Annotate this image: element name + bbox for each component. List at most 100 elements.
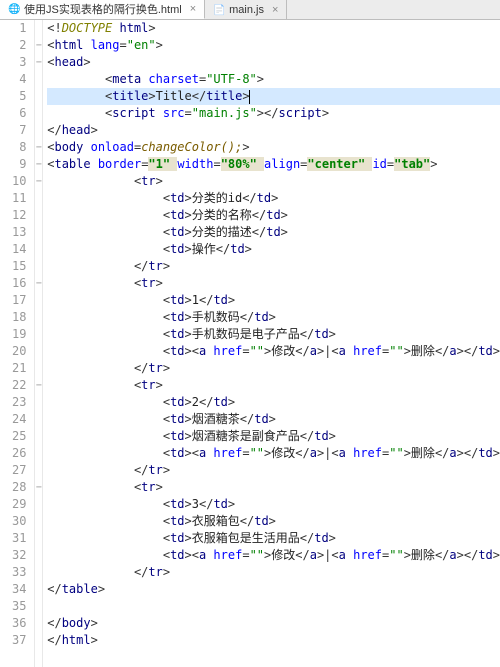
code-line[interactable]: <script src="main.js"></script>	[47, 105, 500, 122]
tab-html-file[interactable]: 使用JS实现表格的隔行换色.html ×	[0, 0, 205, 19]
fold-toggle	[35, 615, 42, 632]
line-number: 24	[0, 411, 26, 428]
code-line[interactable]: <head>	[47, 54, 500, 71]
line-number: 32	[0, 547, 26, 564]
fold-toggle[interactable]: −	[35, 479, 42, 496]
line-number: 5	[0, 88, 26, 105]
fold-toggle	[35, 462, 42, 479]
line-number: 21	[0, 360, 26, 377]
line-number: 18	[0, 309, 26, 326]
close-icon[interactable]: ×	[272, 4, 278, 16]
line-number: 28	[0, 479, 26, 496]
fold-toggle	[35, 445, 42, 462]
code-line[interactable]: <meta charset="UTF-8">	[47, 71, 500, 88]
code-line[interactable]: <td>分类的id</td>	[47, 190, 500, 207]
line-number: 27	[0, 462, 26, 479]
code-line[interactable]: <td>衣服箱包</td>	[47, 513, 500, 530]
html-file-icon	[8, 3, 20, 15]
line-number: 13	[0, 224, 26, 241]
code-line[interactable]: <body onload=changeColor();>	[47, 139, 500, 156]
line-number: 6	[0, 105, 26, 122]
fold-toggle	[35, 292, 42, 309]
code-line[interactable]: <td>操作</td>	[47, 241, 500, 258]
code-line[interactable]: <td>分类的描述</td>	[47, 224, 500, 241]
tab-js-file[interactable]: main.js ×	[205, 0, 287, 19]
code-editor[interactable]: 1234567891011121314151617181920212223242…	[0, 20, 500, 667]
line-number: 22	[0, 377, 26, 394]
line-number: 25	[0, 428, 26, 445]
code-line[interactable]: <!DOCTYPE html>	[47, 20, 500, 37]
code-line[interactable]: </body>	[47, 615, 500, 632]
fold-toggle[interactable]: −	[35, 275, 42, 292]
code-line[interactable]	[47, 598, 500, 615]
code-line[interactable]: </html>	[47, 632, 500, 649]
code-area[interactable]: <!DOCTYPE html><html lang="en"><head> <m…	[43, 20, 500, 667]
fold-toggle[interactable]: −	[35, 173, 42, 190]
code-line[interactable]: <tr>	[47, 479, 500, 496]
fold-toggle	[35, 530, 42, 547]
close-icon[interactable]: ×	[190, 3, 196, 15]
code-line[interactable]: </tr>	[47, 258, 500, 275]
fold-toggle	[35, 547, 42, 564]
fold-toggle[interactable]: −	[35, 139, 42, 156]
code-line[interactable]: </table>	[47, 581, 500, 598]
code-line[interactable]: <tr>	[47, 173, 500, 190]
code-line[interactable]: <td>1</td>	[47, 292, 500, 309]
line-number: 26	[0, 445, 26, 462]
fold-toggle	[35, 241, 42, 258]
code-line[interactable]: <title>Title</title>	[47, 88, 500, 105]
code-line[interactable]: <table border="1" width="80%" align="cen…	[47, 156, 500, 173]
line-number: 35	[0, 598, 26, 615]
code-line[interactable]: <td>3</td>	[47, 496, 500, 513]
fold-toggle	[35, 71, 42, 88]
line-number: 36	[0, 615, 26, 632]
code-line[interactable]: <td><a href="">修改</a>|<a href="">删除</a><…	[47, 445, 500, 462]
fold-toggle	[35, 496, 42, 513]
code-line[interactable]: <html lang="en">	[47, 37, 500, 54]
code-line[interactable]: <td>烟酒糖茶是副食产品</td>	[47, 428, 500, 445]
fold-toggle	[35, 326, 42, 343]
code-line[interactable]: <td>分类的名称</td>	[47, 207, 500, 224]
fold-toggle	[35, 190, 42, 207]
code-line[interactable]: <td><a href="">修改</a>|<a href="">删除</a><…	[47, 547, 500, 564]
fold-toggle[interactable]: −	[35, 37, 42, 54]
code-line[interactable]: <td><a href="">修改</a>|<a href="">删除</a><…	[47, 343, 500, 360]
line-number: 33	[0, 564, 26, 581]
line-number: 7	[0, 122, 26, 139]
fold-toggle[interactable]: −	[35, 54, 42, 71]
fold-toggle	[35, 224, 42, 241]
line-number: 1	[0, 20, 26, 37]
code-line[interactable]: <td>衣服箱包是生活用品</td>	[47, 530, 500, 547]
line-number: 20	[0, 343, 26, 360]
tab-label: 使用JS实现表格的隔行换色.html	[24, 1, 182, 17]
code-line[interactable]: </tr>	[47, 564, 500, 581]
line-number: 37	[0, 632, 26, 649]
fold-toggle	[35, 343, 42, 360]
fold-toggle[interactable]: −	[35, 377, 42, 394]
code-line[interactable]: <td>手机数码是电子产品</td>	[47, 326, 500, 343]
code-line[interactable]: <td>手机数码</td>	[47, 309, 500, 326]
code-line[interactable]: <tr>	[47, 377, 500, 394]
fold-toggle	[35, 122, 42, 139]
editor-tabs: 使用JS实现表格的隔行换色.html × main.js ×	[0, 0, 500, 20]
line-number: 31	[0, 530, 26, 547]
code-line[interactable]: <td>烟酒糖茶</td>	[47, 411, 500, 428]
fold-toggle	[35, 309, 42, 326]
line-number: 4	[0, 71, 26, 88]
fold-toggle	[35, 20, 42, 37]
fold-toggle	[35, 411, 42, 428]
fold-toggle	[35, 360, 42, 377]
line-number: 14	[0, 241, 26, 258]
code-line[interactable]: <td>2</td>	[47, 394, 500, 411]
fold-toggle	[35, 513, 42, 530]
fold-column: −−−−−−−−	[35, 20, 43, 667]
code-line[interactable]: </head>	[47, 122, 500, 139]
code-line[interactable]: </tr>	[47, 462, 500, 479]
line-number: 10	[0, 173, 26, 190]
code-line[interactable]: </tr>	[47, 360, 500, 377]
fold-toggle	[35, 394, 42, 411]
fold-toggle[interactable]: −	[35, 156, 42, 173]
line-number: 2	[0, 37, 26, 54]
fold-toggle	[35, 632, 42, 649]
code-line[interactable]: <tr>	[47, 275, 500, 292]
